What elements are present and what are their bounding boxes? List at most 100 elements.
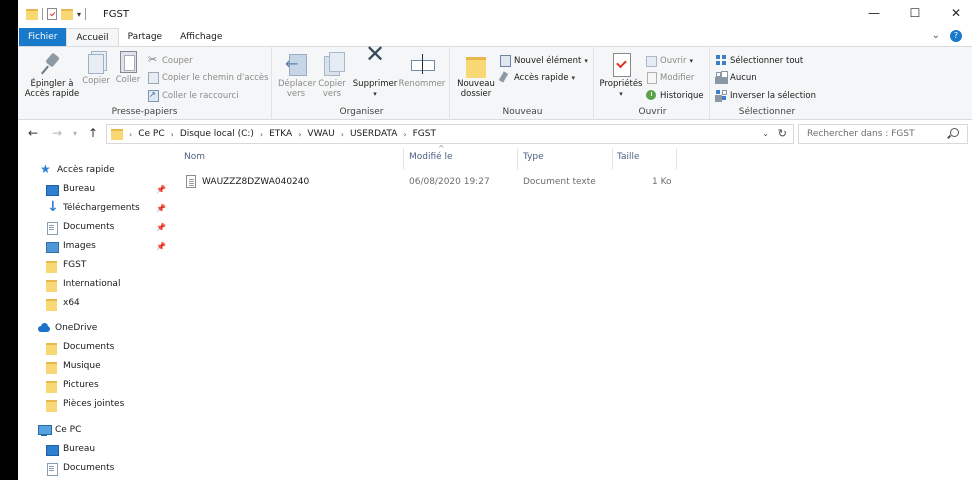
address-bar[interactable]: › Ce PC › Disque local (C:) › ETKA › VWA…	[106, 124, 794, 144]
group-label: Nouveau	[502, 107, 543, 117]
select-all-label: Sélectionner tout	[730, 55, 804, 66]
nav-item-x64[interactable]: x64	[46, 294, 80, 312]
properties-button[interactable]: Propriétés ▾	[598, 51, 644, 99]
breadcrumb-separator[interactable]: ›	[341, 130, 344, 139]
search-placeholder: Rechercher dans : FGST	[807, 129, 915, 139]
nav-item-pieces-jointes[interactable]: Pièces jointes	[46, 395, 124, 413]
nav-item-pictures[interactable]: Pictures	[46, 376, 99, 394]
select-none-icon	[716, 72, 727, 83]
delete-button[interactable]: Supprimer ▾	[352, 49, 398, 99]
nav-label: Accès rapide	[57, 165, 115, 175]
select-all-button[interactable]: Sélectionner tout	[716, 55, 803, 66]
nav-label: Ce PC	[55, 425, 82, 435]
tab-fichier[interactable]: Fichier	[19, 28, 67, 47]
column-divider[interactable]	[676, 148, 677, 170]
copy-icon	[88, 54, 104, 74]
nav-item-documents[interactable]: Documents	[46, 218, 114, 236]
move-to-button[interactable]: Déplacer vers	[278, 51, 316, 99]
new-item-button[interactable]: Nouvel élément ▾	[500, 55, 588, 67]
file-row[interactable]: WAUZZZ8DZWA040240 06/08/2020 19:27 Docum…	[178, 172, 678, 192]
quick-access-button[interactable]: Accès rapide ▾	[500, 72, 575, 83]
copy-button[interactable]: Copier	[80, 51, 112, 86]
help-icon[interactable]: ?	[950, 30, 962, 42]
recent-locations-icon[interactable]: ▾	[73, 129, 77, 138]
column-name[interactable]: Nom	[184, 152, 205, 162]
breadcrumb-vwau[interactable]: VWAU	[307, 129, 334, 139]
refresh-button[interactable]: ↻	[778, 127, 787, 140]
tab-accueil[interactable]: Accueil	[66, 28, 119, 47]
cut-button[interactable]: Couper	[148, 53, 193, 66]
breadcrumb-disque-local[interactable]: Disque local (C:)	[180, 129, 254, 139]
tab-affichage[interactable]: Affichage	[171, 28, 231, 47]
copy-path-button[interactable]: Copier le chemin d'accès	[148, 72, 269, 84]
nav-item-images[interactable]: Images	[46, 237, 96, 255]
nav-label: Bureau	[63, 444, 96, 454]
breadcrumb-separator[interactable]: ›	[171, 130, 174, 139]
close-button[interactable]: ✕	[946, 6, 966, 20]
tab-partage[interactable]: Partage	[119, 28, 172, 47]
rename-button[interactable]: Renommer	[398, 51, 446, 89]
invert-selection-button[interactable]: Inverser la sélection	[716, 90, 816, 101]
nav-item-pc-bureau[interactable]: Bureau	[46, 440, 95, 458]
nav-ce-pc[interactable]: Ce PC	[38, 421, 81, 439]
new-folder-button[interactable]: Nouveau dossier	[456, 51, 496, 99]
pin-quick-access-button[interactable]: Épingler à Accès rapide	[24, 51, 80, 99]
pin-icon[interactable]: 📌	[156, 242, 166, 251]
back-button[interactable]: ←	[28, 126, 38, 140]
paste-shortcut-button[interactable]: Coller le raccourci	[148, 90, 239, 102]
copy-to-button[interactable]: Copier vers	[314, 51, 350, 99]
quick-access-label: Accès rapide	[514, 72, 569, 83]
nav-item-onedrive-documents[interactable]: Documents	[46, 338, 114, 356]
nav-item-international[interactable]: International	[46, 275, 120, 293]
select-none-button[interactable]: Aucun	[716, 72, 757, 83]
nav-item-bureau[interactable]: Bureau	[46, 180, 95, 198]
nav-item-pc-documents[interactable]: Documents	[46, 459, 114, 477]
minimize-button[interactable]: —	[864, 6, 884, 20]
navigation-row: ← → ▾ ↑ › Ce PC › Disque local (C:) › ET…	[18, 121, 972, 147]
column-modified[interactable]: Modifié le	[409, 152, 453, 162]
text-file-icon	[186, 175, 196, 188]
copy-to-label: Copier vers	[318, 79, 346, 99]
column-type[interactable]: Type	[523, 152, 544, 162]
forward-button[interactable]: →	[52, 126, 62, 140]
properties-label: Propriétés	[599, 79, 643, 89]
breadcrumb-separator[interactable]: ›	[298, 130, 301, 139]
search-input[interactable]: Rechercher dans : FGST	[798, 124, 968, 144]
customize-toolbar-icon[interactable]: ▾	[77, 10, 81, 19]
pin-icon[interactable]: 📌	[156, 185, 166, 194]
nav-onedrive[interactable]: OneDrive	[38, 319, 97, 337]
nav-item-telechargements[interactable]: Téléchargements	[46, 199, 140, 217]
nav-label: FGST	[63, 260, 87, 270]
address-dropdown-icon[interactable]: ⌄	[762, 129, 769, 138]
breadcrumb-etka[interactable]: ETKA	[269, 129, 292, 139]
breadcrumb-fgst[interactable]: FGST	[413, 129, 436, 139]
breadcrumb-separator[interactable]: ›	[403, 130, 406, 139]
paste-button[interactable]: Coller	[114, 51, 142, 85]
column-divider[interactable]	[517, 148, 518, 170]
breadcrumb-separator: ›	[129, 129, 133, 139]
column-divider[interactable]	[612, 148, 613, 170]
scissors-icon	[148, 53, 159, 66]
nav-item-fgst[interactable]: FGST	[46, 256, 86, 274]
pin-icon[interactable]: 📌	[156, 223, 166, 232]
expand-ribbon-icon[interactable]: ⌄	[932, 30, 940, 42]
new-item-icon	[500, 55, 511, 67]
new-folder-icon[interactable]	[61, 8, 73, 20]
properties-icon[interactable]	[47, 8, 57, 20]
window-title: FGST	[103, 9, 129, 20]
edit-button[interactable]: Modifier	[646, 72, 694, 84]
breadcrumb-separator[interactable]: ›	[260, 130, 263, 139]
nav-item-musique[interactable]: Musique	[46, 357, 101, 375]
column-divider[interactable]	[403, 148, 404, 170]
breadcrumb-userdata[interactable]: USERDATA	[350, 129, 397, 139]
pin-icon[interactable]: 📌	[156, 204, 166, 213]
pane-divider[interactable]	[170, 150, 171, 480]
history-button[interactable]: Historique	[646, 90, 704, 101]
up-button[interactable]: ↑	[88, 126, 98, 140]
maximize-button[interactable]: ☐	[905, 6, 925, 20]
folder-icon	[46, 380, 58, 393]
nav-quick-access[interactable]: Accès rapide	[40, 161, 115, 179]
breadcrumb-ce-pc[interactable]: Ce PC	[138, 129, 164, 139]
open-button[interactable]: Ouvrir ▾	[646, 55, 693, 67]
column-size[interactable]: Taille	[617, 152, 640, 162]
